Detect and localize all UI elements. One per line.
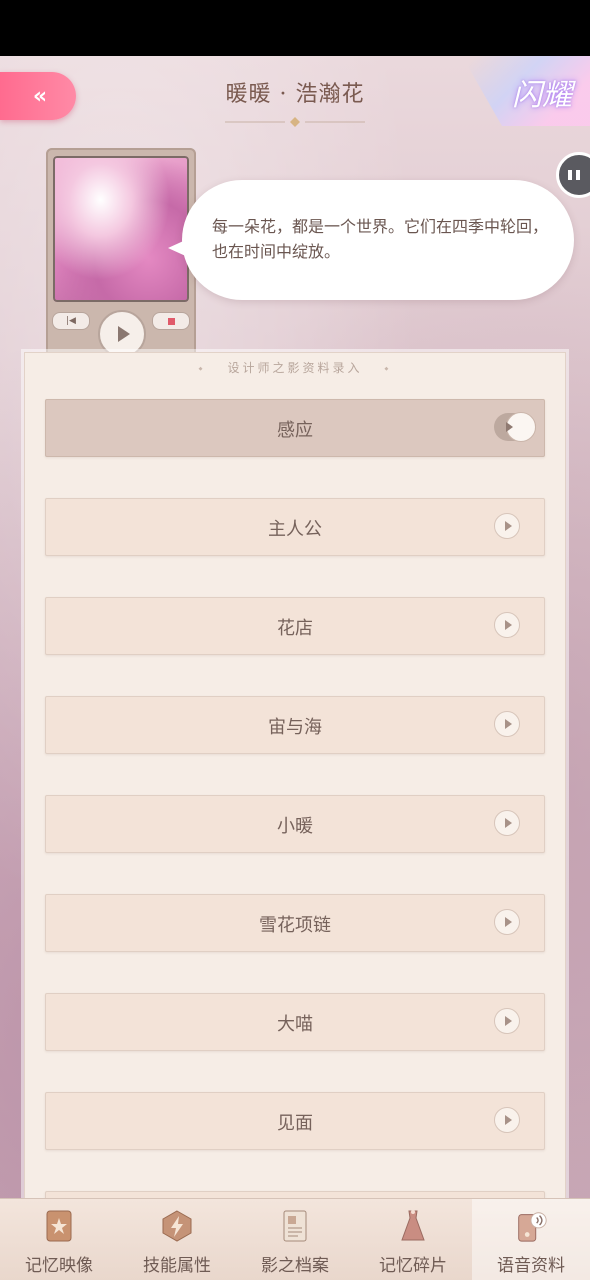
- tab-label: 技能属性: [143, 1256, 211, 1276]
- tab-label: 语音资料: [497, 1256, 565, 1276]
- voice-data-screen: « 暖暖 · 浩瀚花 闪耀 |◀ 每一朵花，都是一个世界。它们在四季中轮回，也在…: [0, 56, 590, 1280]
- bottom-tab-bar: 记忆映像 技能属性 影之档案 记忆碎片 语音资料: [0, 1198, 590, 1280]
- speech-text: 每一朵花，都是一个世界。它们在四季中轮回，也在时间中绽放。: [212, 217, 549, 261]
- stop-button[interactable]: [152, 312, 190, 330]
- shine-badge: 闪耀: [512, 78, 572, 113]
- play-circle-icon[interactable]: [494, 1107, 520, 1133]
- voice-item[interactable]: 小暖: [45, 795, 545, 853]
- voice-item-label: 主人公: [268, 519, 322, 540]
- voice-item[interactable]: 花店: [45, 597, 545, 655]
- voice-item-label: 花店: [277, 618, 313, 639]
- play-circle-icon[interactable]: [494, 810, 520, 836]
- speech-bubble: 每一朵花，都是一个世界。它们在四季中轮回，也在时间中绽放。: [168, 180, 574, 300]
- tab-label: 记忆碎片: [379, 1256, 447, 1276]
- voice-item-label: 见面: [277, 1113, 313, 1134]
- voice-item-label: 雪花项链: [259, 915, 331, 936]
- voice-item[interactable]: 雪花项链: [45, 894, 545, 952]
- card-star-icon: [41, 1207, 77, 1245]
- play-icon: [118, 326, 130, 342]
- voice-item[interactable]: 见面: [45, 1092, 545, 1150]
- title-ornament: [225, 117, 365, 127]
- voice-item-sensing[interactable]: 感应: [45, 399, 545, 457]
- tab-shadow-archive[interactable]: 影之档案: [236, 1199, 354, 1280]
- panel-header: 设计师之影资料录入: [25, 359, 565, 376]
- playing-toggle[interactable]: [494, 412, 536, 442]
- voice-item[interactable]: 宙与海: [45, 696, 545, 754]
- tab-memory-image[interactable]: 记忆映像: [0, 1199, 118, 1280]
- play-circle-icon[interactable]: [494, 1008, 520, 1034]
- voice-phone-icon: [513, 1207, 549, 1245]
- voice-item-label: 感应: [277, 420, 313, 441]
- voice-item-label: 宙与海: [268, 717, 322, 738]
- voice-item[interactable]: 大喵: [45, 993, 545, 1051]
- document-icon: [277, 1207, 313, 1245]
- tab-memory-fragments[interactable]: 记忆碎片: [354, 1199, 472, 1280]
- tab-label: 影之档案: [261, 1256, 329, 1276]
- lightning-icon: [159, 1207, 195, 1245]
- previous-button[interactable]: |◀: [52, 312, 90, 330]
- voice-item-label: 大喵: [277, 1014, 313, 1035]
- chat-bubble-icon[interactable]: [556, 152, 590, 198]
- play-button[interactable]: [98, 310, 146, 358]
- voice-list-panel: 设计师之影资料录入 感应 主人公 花店 宙与海 小暖 雪花项链: [24, 352, 566, 1214]
- tab-label: 记忆映像: [25, 1256, 93, 1276]
- play-circle-icon[interactable]: [494, 909, 520, 935]
- dress-icon: [395, 1207, 431, 1245]
- stop-icon: [167, 317, 175, 325]
- voice-item-label: 小暖: [277, 816, 313, 837]
- player-controls: |◀: [46, 306, 196, 358]
- skip-back-icon: |◀: [66, 315, 76, 326]
- play-circle-icon[interactable]: [494, 612, 520, 638]
- tab-skill-attributes[interactable]: 技能属性: [118, 1199, 236, 1280]
- play-icon: [506, 422, 513, 432]
- voice-item[interactable]: 主人公: [45, 498, 545, 556]
- character-portrait: [53, 156, 189, 302]
- play-circle-icon[interactable]: [494, 513, 520, 539]
- tab-voice-data[interactable]: 语音资料: [472, 1199, 590, 1280]
- play-circle-icon[interactable]: [494, 711, 520, 737]
- status-bar: [0, 0, 590, 56]
